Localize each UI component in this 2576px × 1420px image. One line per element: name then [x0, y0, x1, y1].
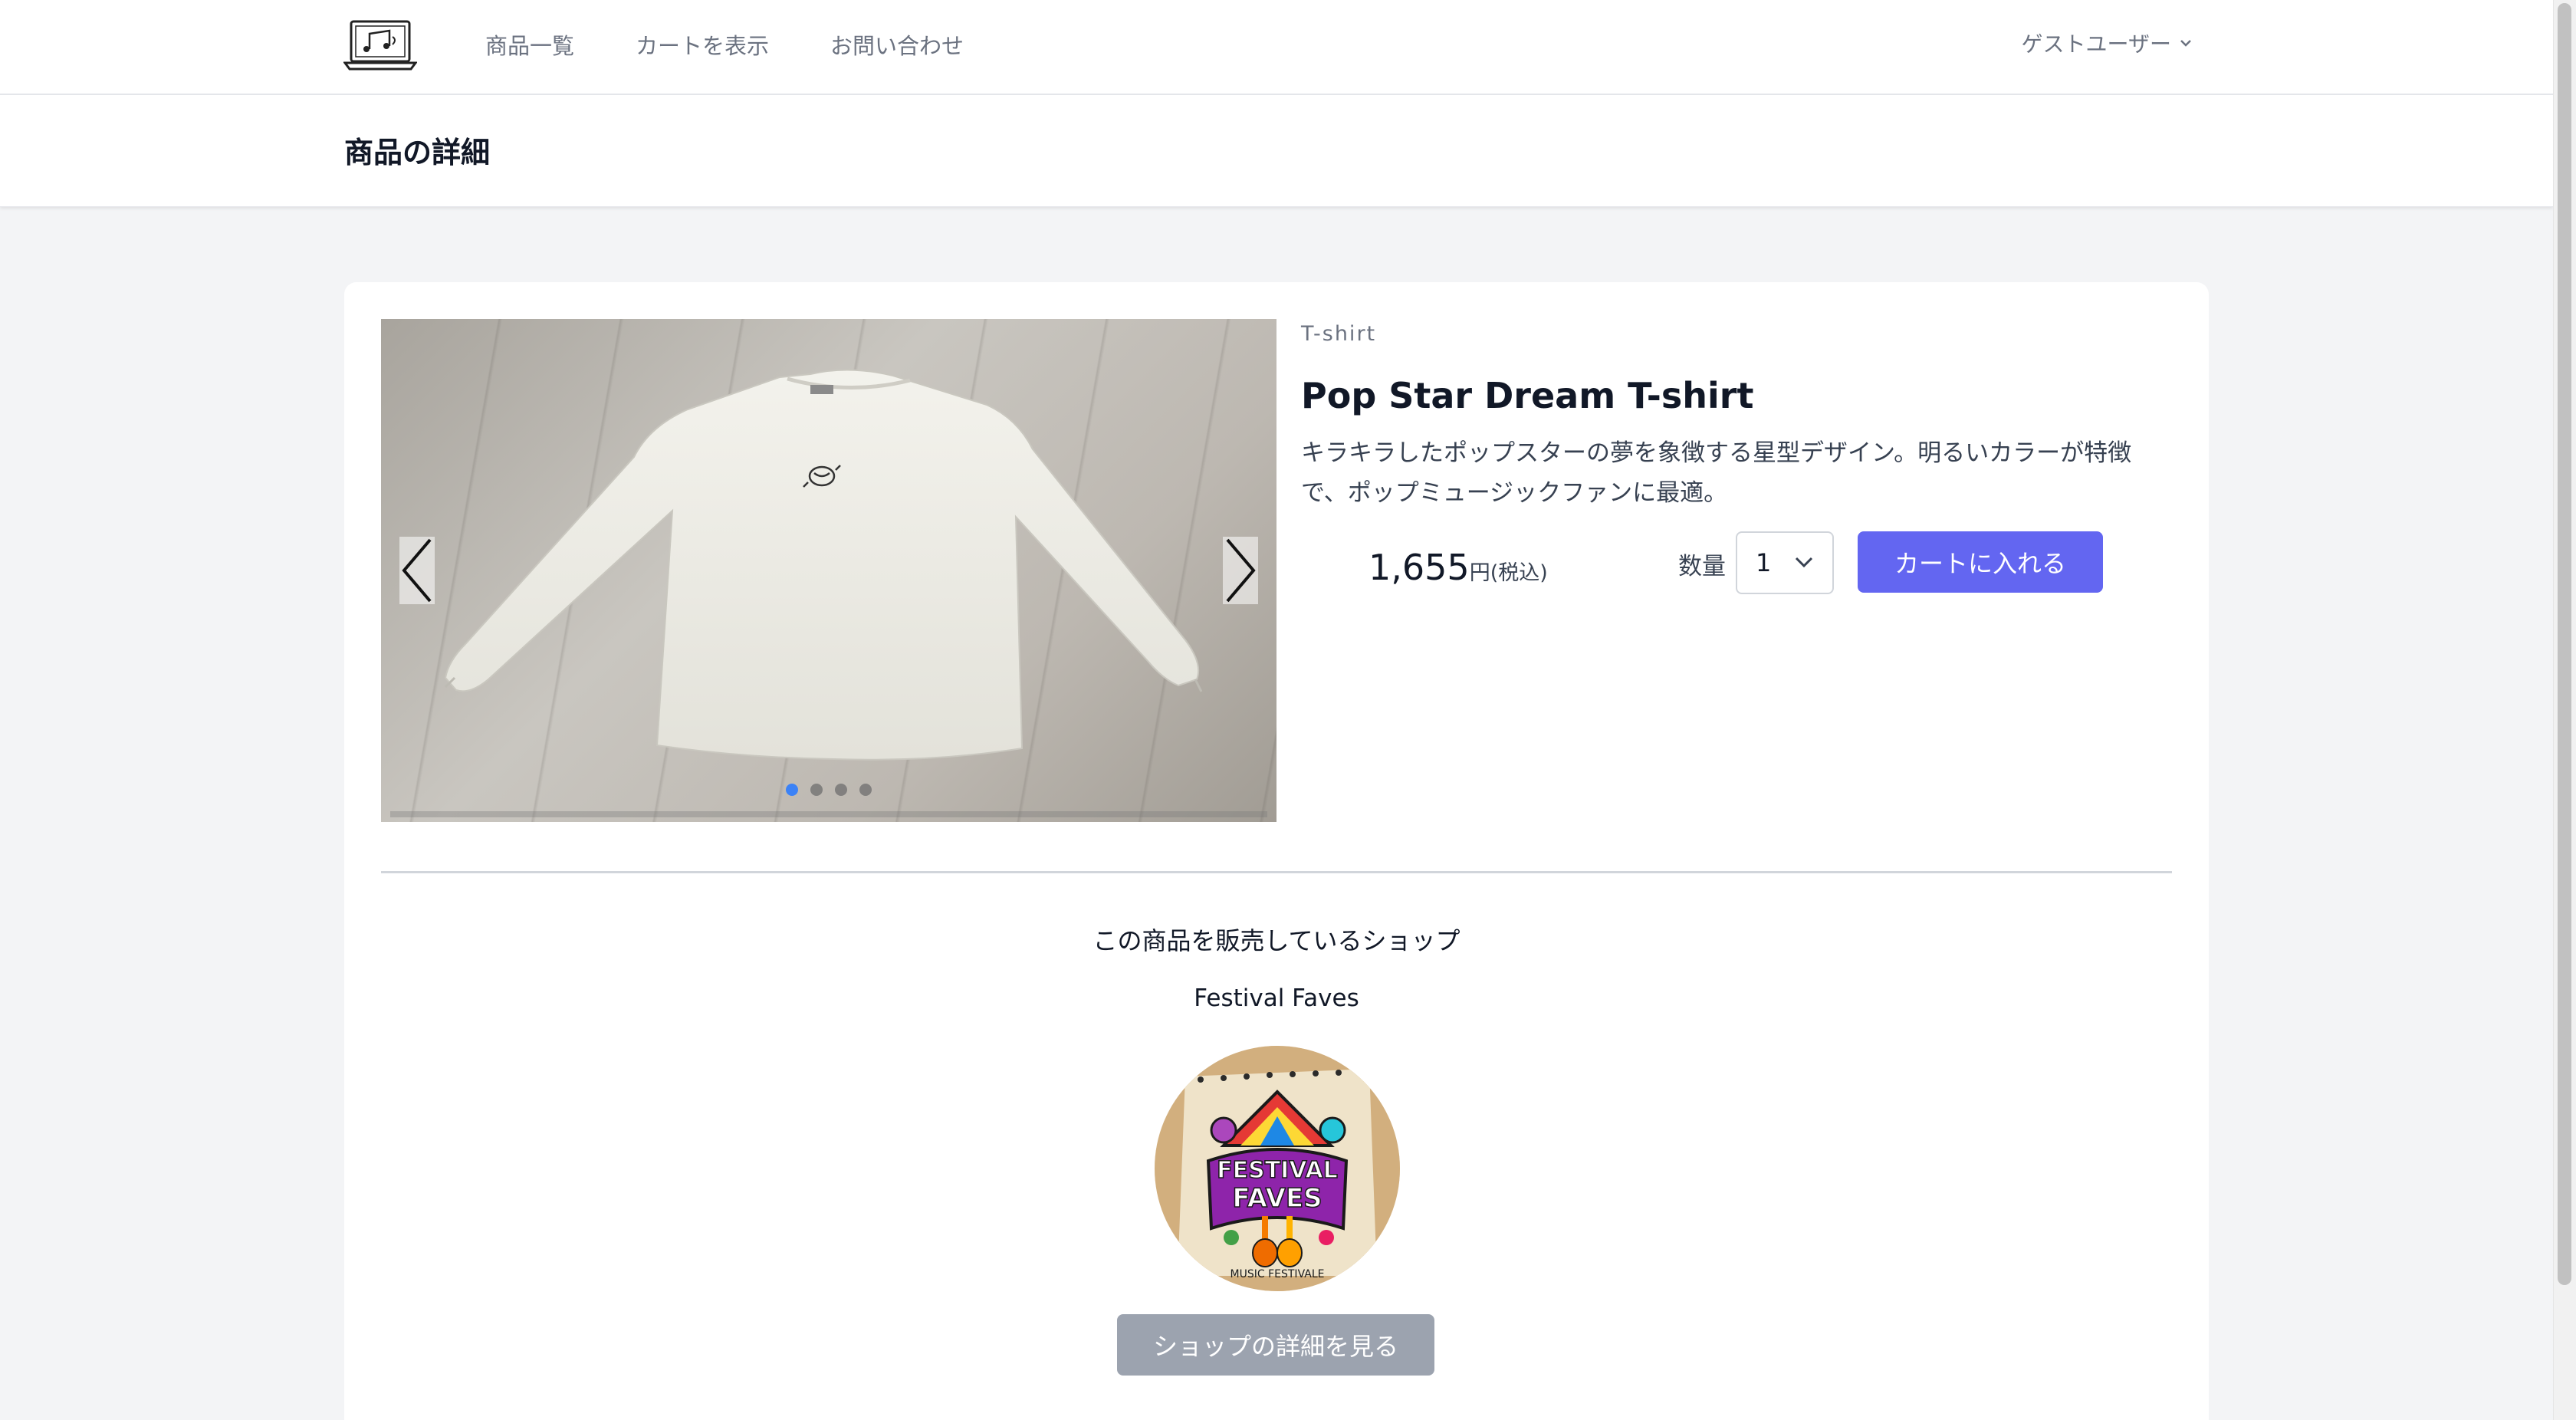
product-description: キラキラしたポップスターの夢を象徴する星型デザイン。明るいカラーが特徴で、ポップ…: [1301, 439, 2132, 507]
quantity-label: 数量: [1678, 553, 1726, 580]
logo-text-subtitle: MUSIC FESTIVALE: [1230, 1268, 1325, 1280]
page: 商品一覧 カートを表示 お問い合わせ ゲストユーザー 商品の詳細 T-shirt…: [0, 0, 2553, 1420]
product-image: [444, 369, 1203, 761]
product-card: T-shirt Pop Star Dream T-shirt キラキラしたポップ…: [344, 282, 2209, 1420]
price-unit: 円(税込): [1469, 561, 1548, 585]
add-to-cart-button[interactable]: カートに入れる: [1858, 531, 2103, 593]
nav-links: 商品一覧 カートを表示 お問い合わせ: [485, 29, 1025, 63]
shop-name: Festival Faves: [1194, 984, 1359, 1012]
shop-details-button[interactable]: ショップの詳細を見る: [1117, 1314, 1434, 1376]
top-nav: 商品一覧 カートを表示 お問い合わせ ゲストユーザー: [0, 0, 2553, 95]
carousel-dot[interactable]: [859, 784, 872, 796]
product-price: 1,655円(税込): [1368, 547, 1548, 588]
logo-text-festival: FESTIVAL: [1217, 1157, 1338, 1184]
carousel-prev-button[interactable]: [399, 537, 435, 604]
chevron-down-icon: [2180, 40, 2191, 47]
product-category: T-shirt: [1301, 322, 1377, 346]
carousel-dot[interactable]: [835, 784, 847, 796]
carousel-dot[interactable]: [810, 784, 823, 796]
page-header: 商品の詳細: [0, 95, 2553, 207]
price-amount: 1,655: [1368, 547, 1470, 588]
carousel-next-button[interactable]: [1223, 537, 1258, 604]
user-menu[interactable]: ゲストユーザー: [2022, 28, 2193, 58]
chevron-down-icon: [1795, 557, 1813, 568]
section-divider: [381, 871, 2172, 873]
user-menu-label: ゲストユーザー: [2021, 31, 2171, 57]
purchase-row: 1,655円(税込) 数量 1 カートに入れる: [1301, 531, 2190, 608]
page-title: 商品の詳細: [344, 136, 491, 169]
festival-logo-image: FESTIVAL FAVES MUSIC FESTIVALE: [1155, 1046, 1400, 1291]
carousel-progress-bar: [390, 811, 1267, 817]
nav-link-contact[interactable]: お問い合わせ: [830, 29, 964, 63]
product-name: Pop Star Dream T-shirt: [1301, 375, 1754, 416]
shop-section-heading: この商品を販売しているショップ: [1092, 926, 1460, 955]
chevron-right-icon: [1226, 538, 1256, 603]
nav-link-cart[interactable]: カートを表示: [636, 29, 769, 63]
quantity-select[interactable]: 1: [1736, 531, 1834, 594]
laptop-music-logo-icon[interactable]: [343, 18, 417, 72]
scrollbar-thumb[interactable]: [2558, 3, 2571, 1285]
product-info: T-shirt Pop Star Dream T-shirt キラキラしたポップ…: [1301, 319, 2190, 608]
nav-link-products[interactable]: 商品一覧: [485, 29, 574, 63]
logo-text-faves: FAVES: [1232, 1183, 1322, 1214]
shop-logo[interactable]: FESTIVAL FAVES MUSIC FESTIVALE: [1155, 1046, 1400, 1291]
page-scrollbar[interactable]: [2553, 0, 2576, 1420]
chevron-left-icon: [402, 538, 432, 603]
image-carousel[interactable]: [381, 319, 1276, 822]
carousel-dots: [381, 784, 1276, 796]
carousel-dot[interactable]: [786, 784, 798, 796]
quantity-value: 1: [1756, 548, 1772, 577]
